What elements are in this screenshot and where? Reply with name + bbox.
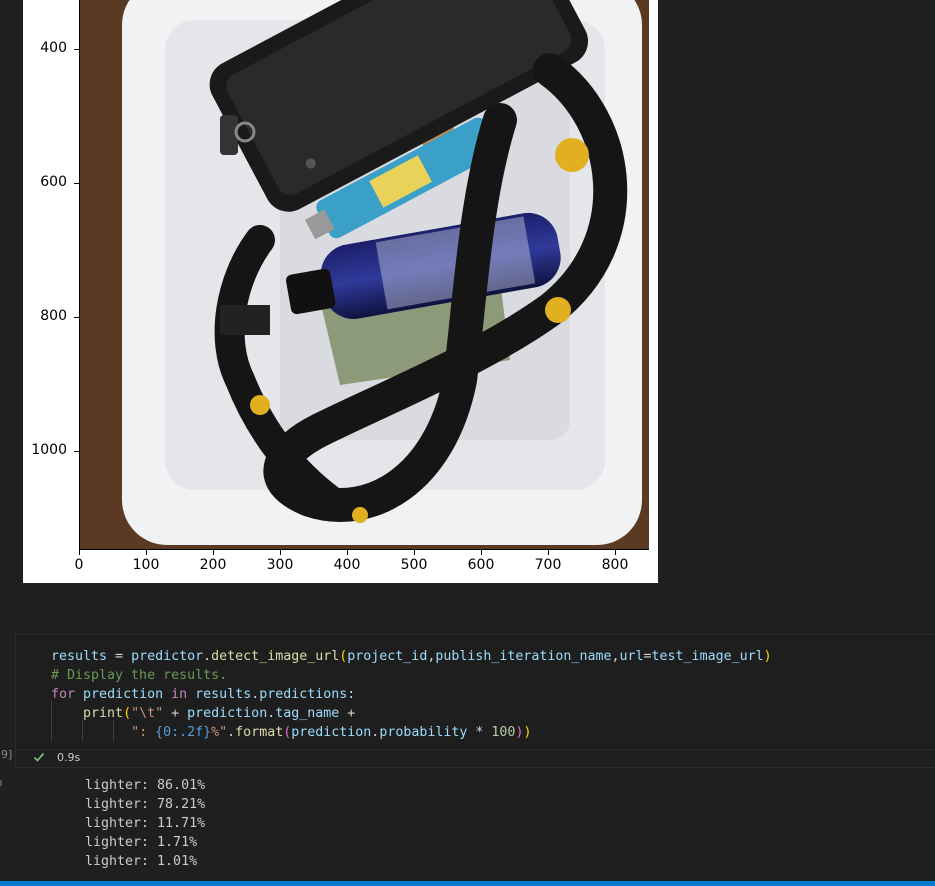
code-editor[interactable]: results = predictor.detect_image_url(pro… <box>16 635 935 749</box>
xtick-label: 500 <box>400 557 428 573</box>
ytick-mark <box>74 49 79 50</box>
xtick-mark <box>146 550 147 555</box>
status-bar <box>0 881 935 886</box>
output-line: lighter: 86.01% <box>85 778 206 793</box>
xtick-mark <box>414 550 415 555</box>
image-plot <box>79 0 649 550</box>
xtick-mark <box>481 550 482 555</box>
ytick-label: 1000 <box>31 442 67 458</box>
code-line-3[interactable]: for prediction in results.predictions: <box>51 685 355 704</box>
xtick-mark <box>280 550 281 555</box>
xtick-mark <box>347 550 348 555</box>
xtick-label: 600 <box>467 557 495 573</box>
ytick-label: 800 <box>40 308 67 324</box>
xtick-label: 0 <box>74 557 84 573</box>
xtick-mark <box>213 550 214 555</box>
cell-output: lighter: 86.01% lighter: 78.21% lighter:… <box>85 776 205 871</box>
ytick-label: 600 <box>40 174 67 190</box>
ytick-mark <box>74 183 79 184</box>
output-line: lighter: 1.71% <box>85 835 198 850</box>
code-line-1[interactable]: results = predictor.detect_image_url(pro… <box>51 647 772 666</box>
xtick-mark <box>548 550 549 555</box>
ytick-label: 400 <box>40 40 67 56</box>
execution-status-bar: 9] 0.9s <box>1 748 935 768</box>
xtick-mark <box>79 550 80 555</box>
xtick-label: 700 <box>534 557 562 573</box>
output-line: lighter: 1.01% <box>85 854 198 869</box>
xtick-label: 300 <box>266 557 294 573</box>
check-icon <box>33 753 45 762</box>
photo-image <box>80 0 649 549</box>
execution-time: 0.9s <box>57 751 81 764</box>
xtick-label: 400 <box>333 557 361 573</box>
xtick-label: 800 <box>601 557 629 573</box>
execution-count: 9] <box>1 748 13 761</box>
code-line-2[interactable]: # Display the results. <box>51 666 227 685</box>
plot-output: 400 600 800 1000 0 100 200 300 400 500 6… <box>23 0 658 583</box>
ytick-mark <box>74 451 79 452</box>
xtick-mark <box>615 550 616 555</box>
output-collapse-marker[interactable] <box>0 780 2 786</box>
xtick-label: 200 <box>199 557 227 573</box>
code-line-4[interactable]: print("\t" + prediction.tag_name + <box>51 704 355 723</box>
output-line: lighter: 78.21% <box>85 797 206 812</box>
xtick-label: 100 <box>132 557 160 573</box>
code-line-5[interactable]: ": {0:.2f}%".format(prediction.probabili… <box>51 723 531 742</box>
output-line: lighter: 11.71% <box>85 816 206 831</box>
ytick-mark <box>74 317 79 318</box>
code-cell[interactable]: results = predictor.detect_image_url(pro… <box>1 634 935 768</box>
